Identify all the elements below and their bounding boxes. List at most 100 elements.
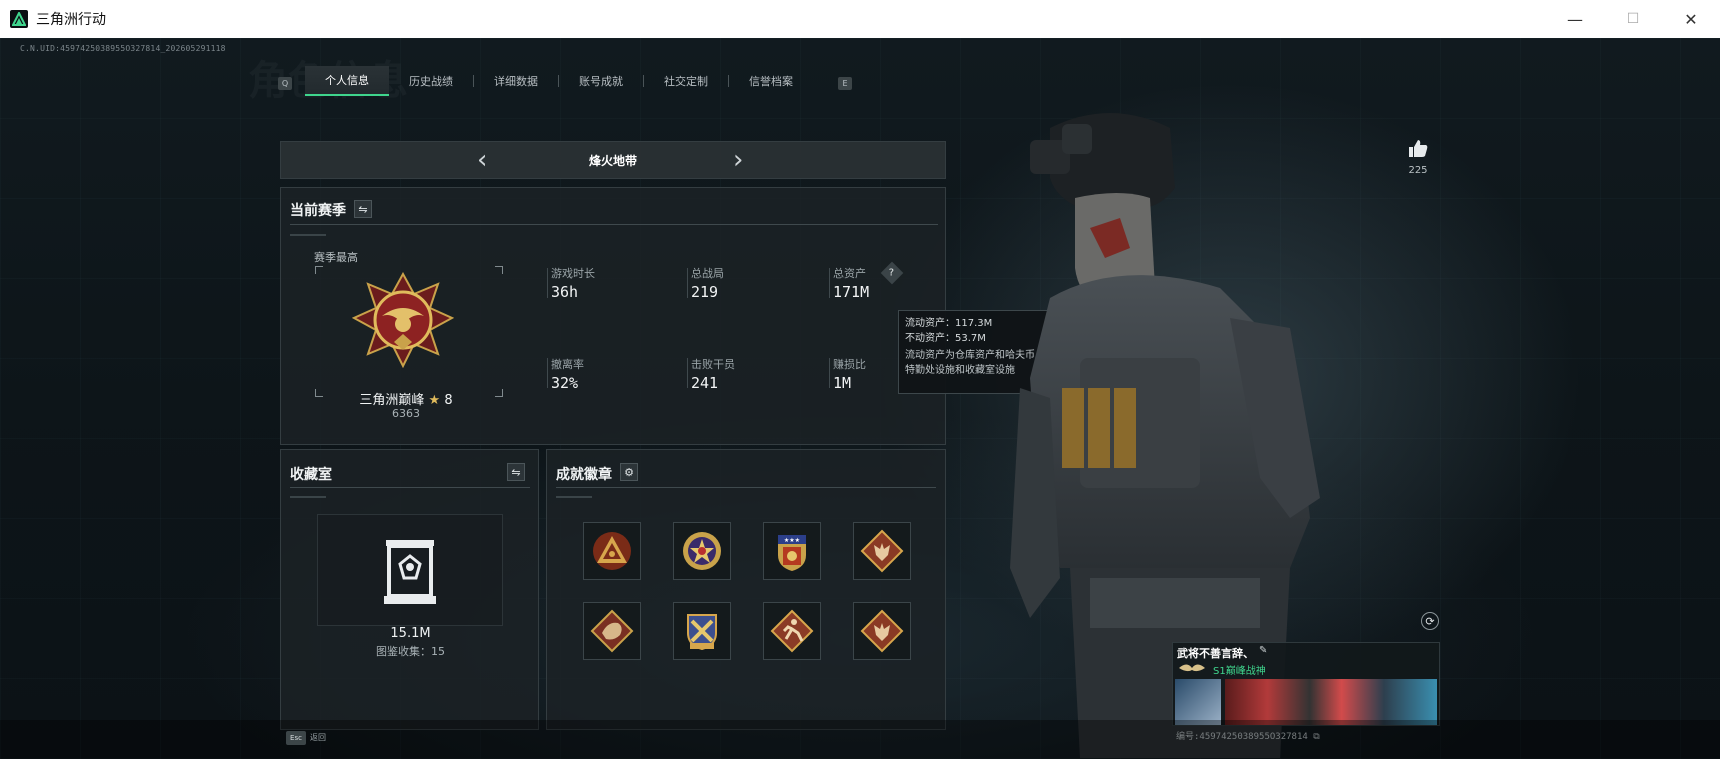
collection-value: 15.1M (390, 626, 431, 641)
region-name: 烽火地带 (588, 153, 637, 168)
collection-progress: 图鉴收集：15 (281, 643, 540, 659)
like-count: 225 (1408, 165, 1428, 176)
season-panel: 当前赛季 ⇋ 赛季最高 三角洲巅峰 ★ 8 6363 游戏时长 36h 总战局 … (280, 187, 946, 445)
wolf-diamond-badge-icon (860, 609, 904, 653)
prev-region-button[interactable]: ‹ (477, 147, 487, 173)
divider (290, 487, 530, 488)
achievements-panel: 成就徽章 ⚙ ★★★ (546, 449, 946, 730)
stat-divider (547, 358, 548, 388)
game-stage: C.N.UID:4597425038955O327814_20260529111… (0, 38, 1720, 759)
player-banner (1225, 679, 1437, 725)
rank-name-row: 三角洲巅峰 ★ 8 (311, 389, 501, 408)
collection-title: 收藏室 (290, 467, 332, 483)
display-case-icon (384, 540, 436, 604)
season-title: 当前赛季 (290, 203, 346, 219)
assets-help-icon[interactable]: ? (880, 261, 904, 285)
svg-text:★★★: ★★★ (784, 537, 800, 544)
wolf-diamond-badge-icon (860, 529, 904, 573)
badge-wolf-2[interactable] (853, 602, 911, 660)
runner-diamond-badge-icon (770, 609, 814, 653)
tab-credit[interactable]: 信誉档案 (729, 66, 813, 96)
app-logo-icon (10, 10, 28, 28)
achievements-title: 成就徽章 (556, 467, 612, 483)
tab-next-key[interactable]: E (838, 77, 852, 90)
badge-wolf-1[interactable] (853, 522, 911, 580)
stat-label-matches: 总战局 (691, 267, 724, 280)
tab-achievements[interactable]: 账号成就 (559, 66, 643, 96)
stat-value-kills: 241 (691, 374, 719, 392)
rank-points: 6363 (392, 407, 420, 420)
badge-triangle-eye[interactable] (583, 522, 641, 580)
player-name: 武将不善言辞、 (1177, 647, 1254, 660)
rank-name: 三角洲巅峰 (359, 393, 425, 408)
badge-star-cross[interactable] (673, 522, 731, 580)
stat-label-extract-rate: 撤离率 (551, 358, 584, 371)
tab-prev-key[interactable]: Q (278, 77, 292, 90)
window-titlebar: 三角洲行动 — ☐ ✕ (0, 0, 1720, 38)
badge-dragon[interactable] (583, 602, 641, 660)
back-label[interactable]: 返回 (310, 732, 326, 743)
stat-label-profit-ratio: 赚损比 (833, 358, 866, 371)
title-wings-icon (1179, 664, 1205, 672)
season-swap-button[interactable]: ⇋ (354, 200, 372, 218)
footer-bar (0, 720, 1720, 759)
edit-name-icon[interactable]: ✎ (1259, 645, 1267, 656)
stat-divider (829, 268, 830, 298)
stat-value-matches: 219 (691, 283, 719, 301)
divider (556, 487, 936, 488)
season-best-label: 赛季最高 (314, 251, 358, 264)
star-cross-badge-icon (683, 532, 721, 570)
collection-panel: 收藏室 ⇋ 15.1M 图鉴收集：15 (280, 449, 539, 730)
stat-divider (547, 268, 548, 298)
stat-value-profit-ratio: 1M (833, 374, 852, 392)
shield-stars-badge-icon: ★★★ (778, 535, 806, 571)
stat-divider (687, 268, 688, 298)
star-icon: ★ (428, 393, 441, 408)
player-title: S1巅峰战神 (1213, 666, 1266, 677)
maximize-button[interactable]: ☐ (1604, 0, 1662, 38)
frame-corner (315, 266, 323, 274)
stat-label-playtime: 游戏时长 (551, 267, 595, 280)
collection-swap-button[interactable]: ⇋ (507, 463, 525, 481)
decor-tick (556, 496, 592, 498)
esc-key[interactable]: Esc (286, 731, 306, 745)
player-avatar (1175, 679, 1221, 725)
frame-corner (495, 266, 503, 274)
stat-label-kills: 击败干员 (691, 358, 735, 371)
stat-value-assets: 171M (833, 283, 870, 301)
collection-progress-value: 15 (431, 645, 445, 658)
tab-social[interactable]: 社交定制 (644, 66, 728, 96)
top-tabs: 个人信息 历史战绩 详细数据 账号成就 社交定制 信誉档案 (305, 66, 813, 96)
crossed-guns-badge-icon (687, 614, 717, 651)
collection-progress-label: 图鉴收集： (376, 645, 431, 658)
tab-personal-info[interactable]: 个人信息 (305, 66, 389, 96)
like-area: 225 (1405, 138, 1431, 176)
stat-label-assets: 总资产 (833, 267, 866, 280)
thumbs-up-icon[interactable] (1407, 138, 1429, 158)
stat-value-playtime: 36h (551, 283, 579, 301)
dragon-diamond-badge-icon (590, 609, 634, 653)
badge-shield-stars[interactable]: ★★★ (763, 522, 821, 580)
badge-crossed-guns[interactable] (673, 602, 731, 660)
triangle-eye-badge-icon (593, 532, 631, 570)
decor-tick (290, 496, 326, 498)
divider (290, 224, 938, 225)
tab-history[interactable]: 历史战绩 (389, 66, 473, 96)
minimize-button[interactable]: — (1546, 0, 1604, 38)
achievements-settings-button[interactable]: ⚙ (620, 463, 638, 481)
close-button[interactable]: ✕ (1662, 0, 1720, 38)
profile-card[interactable]: 武将不善言辞、 ✎ S1巅峰战神 (1172, 642, 1440, 726)
window-title: 三角洲行动 (36, 12, 106, 28)
next-region-button[interactable]: › (733, 147, 743, 173)
stat-divider (829, 358, 830, 388)
tab-detailed-data[interactable]: 详细数据 (474, 66, 558, 96)
stat-value-extract-rate: 32% (551, 374, 579, 392)
refresh-button[interactable]: ⟳ (1421, 612, 1439, 630)
decor-tick (290, 234, 326, 236)
region-selector: ‹ 烽火地带 › (280, 141, 946, 179)
rank-stars: 8 (444, 393, 453, 408)
stat-divider (687, 358, 688, 388)
rank-emblem-icon (352, 272, 454, 368)
badge-runner[interactable] (763, 602, 821, 660)
uid-watermark: C.N.UID:4597425038955O327814_20260529111… (20, 44, 226, 53)
